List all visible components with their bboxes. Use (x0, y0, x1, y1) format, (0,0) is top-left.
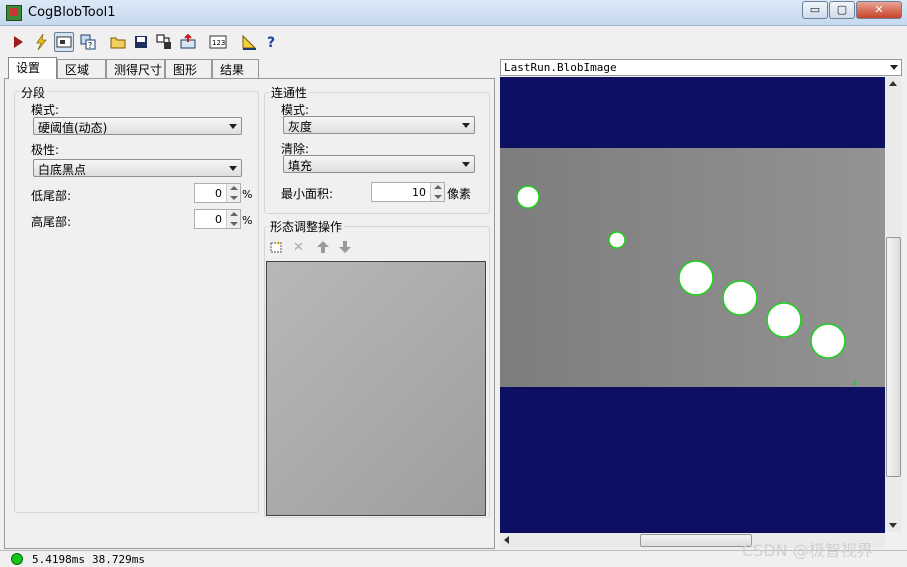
image-display[interactable] (500, 77, 902, 548)
save-icon[interactable] (131, 32, 151, 52)
high-tail-input[interactable]: 0 (194, 209, 241, 229)
low-tail-input[interactable]: 0 (194, 183, 241, 203)
segment-mode-label: 模式: (31, 103, 60, 117)
status-time-last: 5.4198ms (32, 553, 85, 566)
scroll-up-icon[interactable] (889, 81, 897, 86)
vertical-scroll-thumb[interactable] (886, 237, 901, 477)
move-down-icon[interactable] (338, 240, 352, 257)
spinner-arrows-icon[interactable] (226, 184, 240, 202)
blob (516, 185, 540, 209)
connectivity-title: 连通性 (269, 84, 310, 101)
blob-image[interactable] (500, 77, 885, 533)
high-tail-percent: % (242, 214, 253, 227)
vertical-scrollbar[interactable] (885, 77, 902, 532)
import-icon[interactable] (178, 32, 198, 52)
morphology-operations-list[interactable] (266, 261, 486, 516)
add-operation-icon[interactable] (269, 240, 283, 257)
tab-measurements[interactable]: 测得尺寸 (106, 59, 165, 78)
scroll-left-icon[interactable] (504, 536, 509, 544)
connectivity-mode-value: 灰度 (288, 120, 313, 134)
window-title: CogBlobTool1 (28, 5, 116, 20)
blob (678, 260, 714, 296)
cleanup-select[interactable]: 填充 (283, 155, 475, 173)
min-area-value: 10 (412, 186, 426, 199)
blob (766, 302, 802, 338)
maximize-button[interactable]: ▢ (829, 1, 855, 19)
export-icon[interactable] (154, 32, 174, 52)
tab-results[interactable]: 结果 (212, 59, 259, 78)
polarity-label: 极性: (31, 143, 60, 157)
minimize-button[interactable]: ▭ (802, 1, 828, 19)
move-up-icon[interactable] (316, 240, 330, 257)
svg-text:?: ? (267, 35, 275, 50)
spinner-arrows-icon[interactable] (226, 210, 240, 228)
segment-mode-select[interactable]: 硬阈值(动态) (33, 117, 242, 135)
image-source-value: LastRun.BlobImage (504, 61, 617, 74)
chevron-down-icon (462, 162, 470, 167)
min-area-label: 最小面积: (281, 187, 334, 201)
chevron-down-icon (229, 166, 237, 171)
svg-text:123: 123 (212, 39, 225, 47)
numeric-icon[interactable]: 123 (208, 32, 228, 52)
chevron-down-icon (462, 123, 470, 128)
segment-title: 分段 (19, 84, 48, 101)
horizontal-scroll-thumb[interactable] (640, 534, 752, 547)
tab-graphics[interactable]: 图形 (165, 59, 212, 78)
close-button[interactable]: ✕ (856, 1, 902, 19)
status-time-total: 38.729ms (92, 553, 145, 566)
scroll-down-icon[interactable] (889, 523, 897, 528)
electric-icon[interactable] (31, 32, 51, 52)
svg-text:?: ? (88, 41, 92, 50)
status-ok-icon (11, 553, 23, 565)
ruler-icon[interactable] (239, 32, 259, 52)
low-tail-label: 低尾部: (31, 189, 72, 203)
polarity-value: 白底黑点 (38, 163, 87, 177)
high-tail-label: 高尾部: (31, 215, 72, 229)
delete-icon[interactable]: ✕ (293, 240, 304, 255)
tab-settings[interactable]: 设置 (8, 57, 57, 79)
blob (810, 323, 846, 359)
chevron-down-icon (229, 124, 237, 129)
image-tool-icon[interactable]: ? (78, 32, 98, 52)
display-icon[interactable] (54, 32, 74, 52)
app-icon (6, 5, 22, 21)
watermark: CSDN @极智视界 (742, 541, 873, 560)
title-bar: CogBlobTool1 ▭ ▢ ✕ (0, 0, 907, 26)
tab-region[interactable]: 区域 (57, 59, 106, 78)
blob-small (853, 381, 856, 385)
toolbar: ? 123 ? (0, 27, 907, 57)
spinner-arrows-icon[interactable] (430, 183, 444, 201)
open-folder-icon[interactable] (108, 32, 128, 52)
blob (608, 231, 626, 249)
chevron-down-icon (890, 65, 898, 70)
morphology-title: 形态调整操作 (268, 218, 345, 235)
segment-mode-value: 硬阈值(动态) (38, 121, 108, 135)
high-tail-value: 0 (215, 213, 222, 226)
help-icon[interactable]: ? (262, 32, 282, 52)
connectivity-mode-select[interactable]: 灰度 (283, 116, 475, 134)
min-area-unit: 像素 (447, 187, 472, 201)
min-area-input[interactable]: 10 (371, 182, 445, 202)
polarity-select[interactable]: 白底黑点 (33, 159, 242, 177)
blob (722, 280, 758, 316)
cleanup-value: 填充 (288, 159, 313, 173)
run-icon[interactable] (8, 32, 28, 52)
low-tail-value: 0 (215, 187, 222, 200)
low-tail-percent: % (242, 188, 253, 201)
image-source-select[interactable]: LastRun.BlobImage (500, 59, 902, 76)
